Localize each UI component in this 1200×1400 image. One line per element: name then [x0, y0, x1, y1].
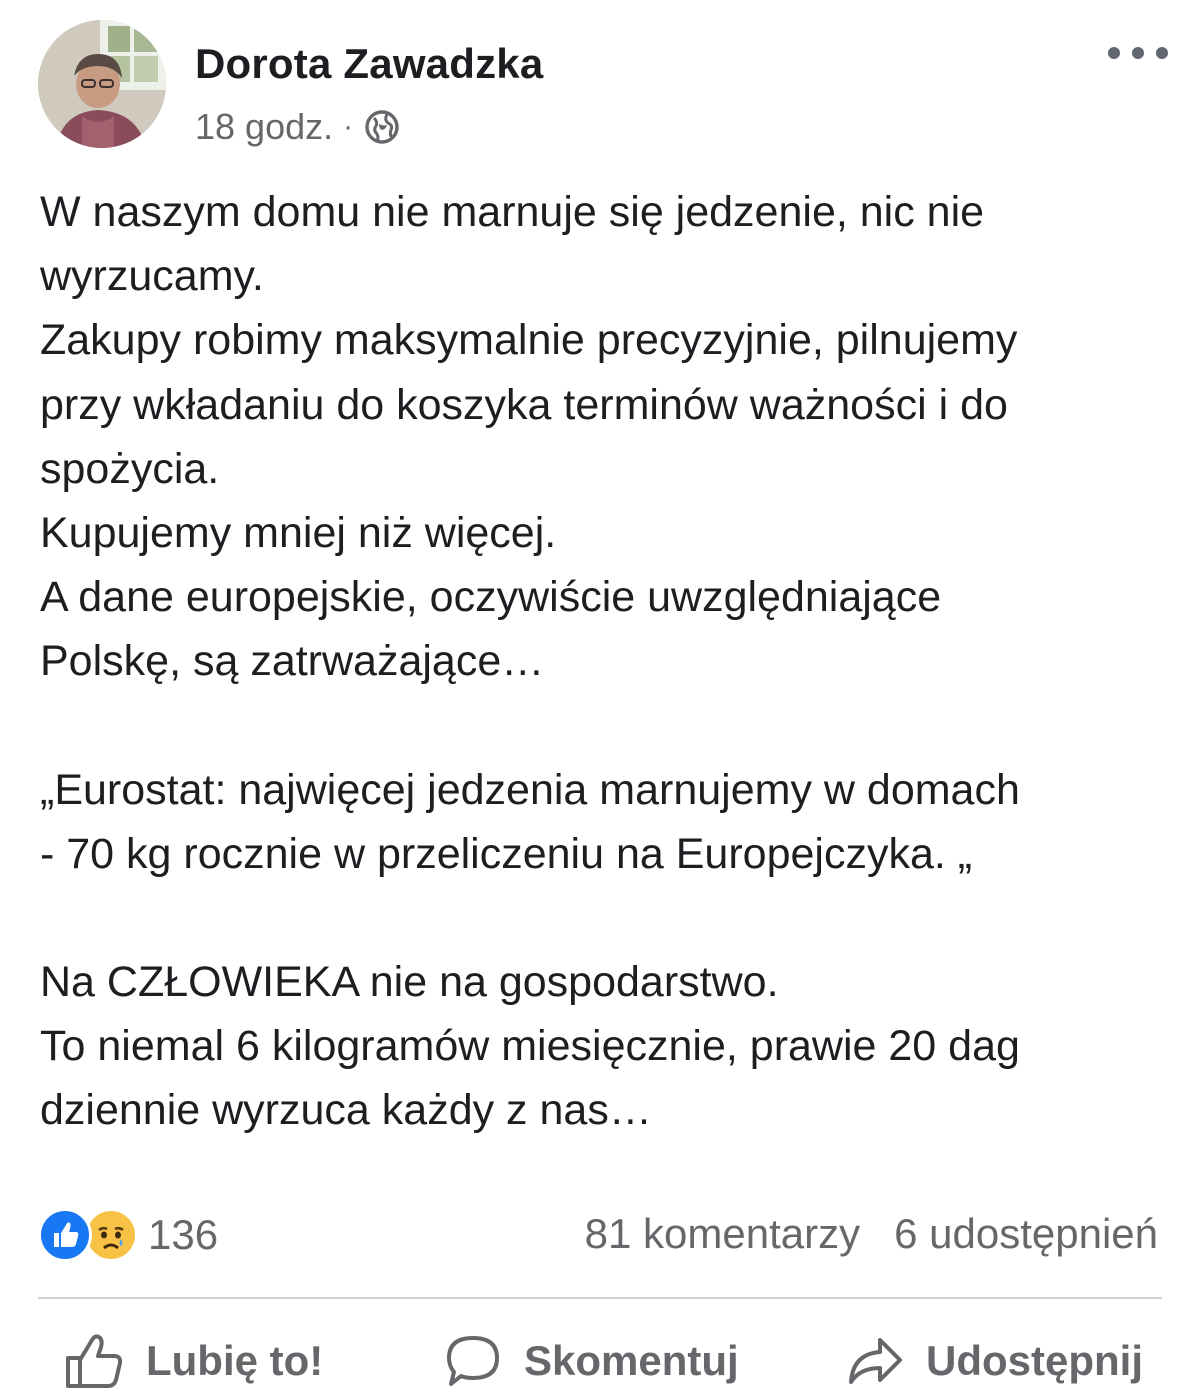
comment-button[interactable]: Skomentuj	[444, 1322, 739, 1400]
post-line: Kupujemy mniej niż więcej.	[40, 509, 557, 558]
facebook-post: Dorota Zawadzka 18 godz. · W naszym domu…	[0, 0, 1200, 1400]
comments-count-link[interactable]: 81 komentarzy	[585, 1210, 860, 1258]
share-arrow-icon	[846, 1332, 904, 1390]
reaction-count[interactable]: 136	[148, 1211, 218, 1259]
post-line: dziennie wyrzuca każdy z nas…	[40, 1086, 652, 1135]
like-label: Lubię to!	[146, 1337, 324, 1384]
post-action-bar: Lubię to! Skomentuj Udostępnij	[38, 1322, 1162, 1400]
comment-label: Skomentuj	[524, 1337, 739, 1384]
post-line: - 70 kg rocznie w przeliczeniu na Europe…	[40, 829, 973, 878]
meta-separator: ·	[343, 110, 354, 143]
thumbs-up-icon	[64, 1332, 124, 1390]
post-line: Zakupy robimy maksymalnie precyzyjnie, p…	[40, 316, 1018, 365]
shares-count-link[interactable]: 6 udostępnień	[894, 1210, 1158, 1258]
post-line: Polskę, są zatrważające…	[40, 637, 545, 686]
post-text: W naszym domu nie marnuje się jedzenie, …	[40, 180, 1170, 1143]
sad-reaction-icon	[84, 1208, 138, 1262]
post-line: Na CZŁOWIEKA nie na gospodarstwo.	[40, 958, 779, 1007]
post-line: W naszym domu nie marnuje się jedzenie, …	[40, 188, 985, 236]
post-timestamp[interactable]: 18 godz.	[195, 106, 333, 148]
more-options-icon[interactable]	[1108, 36, 1168, 70]
comment-bubble-icon	[444, 1332, 502, 1390]
share-label: Udostępnij	[926, 1337, 1143, 1384]
post-line: przy wkładaniu do koszyka terminów ważno…	[40, 380, 1008, 429]
post-line: spożycia.	[40, 444, 220, 493]
more-dot	[1132, 47, 1144, 59]
post-line: „Eurostat: najwięcej jedzenia marnujemy …	[40, 765, 1020, 814]
post-line: wyrzucamy.	[40, 252, 264, 301]
post-line: To niemal 6 kilogramów miesięcznie, praw…	[40, 1022, 1020, 1071]
share-button[interactable]: Udostępnij	[846, 1322, 1143, 1400]
globe-icon[interactable]	[363, 108, 401, 146]
more-dot	[1108, 47, 1120, 59]
engagement-counts: 81 komentarzy 6 udostępnień	[585, 1210, 1158, 1258]
post-meta: 18 godz. ·	[195, 106, 401, 148]
more-dot	[1156, 47, 1168, 59]
post-line: A dane europejskie, oczywiście uwzględni…	[40, 573, 942, 622]
like-button[interactable]: Lubię to!	[64, 1322, 323, 1400]
like-reaction-icon	[38, 1208, 92, 1262]
author-avatar[interactable]	[38, 20, 166, 148]
author-name[interactable]: Dorota Zawadzka	[195, 40, 543, 88]
reactions-summary[interactable]: 136	[38, 1208, 218, 1262]
actions-divider	[38, 1297, 1162, 1299]
